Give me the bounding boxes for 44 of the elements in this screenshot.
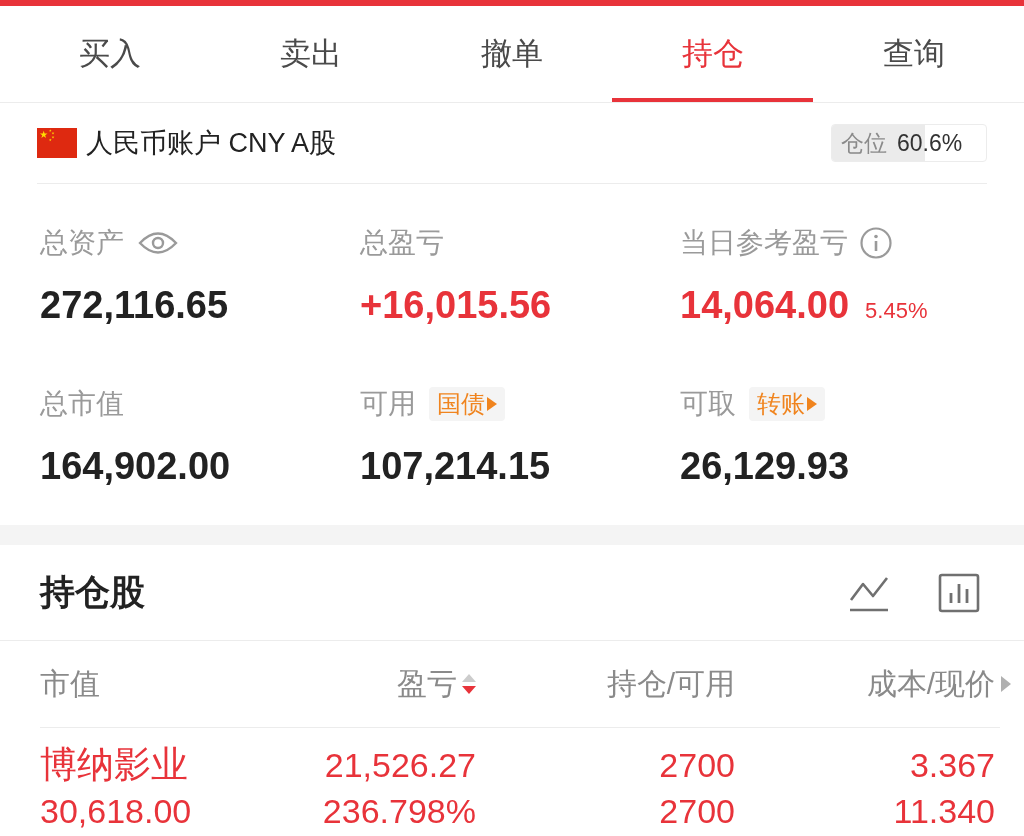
- column-header: 持仓/可用: [606, 665, 735, 702]
- tab[interactable]: 持仓: [612, 6, 814, 102]
- current-price: 11.340: [893, 791, 995, 832]
- tab[interactable]: 撤单: [411, 6, 613, 102]
- stat-label: 可用: [360, 387, 416, 421]
- profit-amount: 21,526.27: [324, 745, 476, 786]
- column-header[interactable]: 盈亏: [397, 663, 457, 705]
- section-title: 持仓股: [40, 571, 145, 613]
- stat-value: 26,129.93: [680, 444, 850, 488]
- stat-label: 可取: [680, 387, 736, 421]
- stat-label: 当日参考盈亏: [680, 226, 848, 260]
- tab[interactable]: 查询: [813, 6, 1014, 102]
- cost-price: 3.367: [909, 745, 995, 786]
- column-header: 市值: [40, 665, 100, 702]
- stat-value: 14,064.00: [680, 283, 850, 327]
- stat-label: 总市值: [40, 387, 124, 421]
- action-tag[interactable]: 国债: [429, 387, 505, 421]
- available-quantity: 2700: [659, 791, 735, 832]
- stat-value: 107,214.15: [360, 444, 551, 488]
- stock-name[interactable]: 博纳影业: [40, 742, 188, 788]
- account-name: 人民币账户 CNY A股: [86, 127, 337, 160]
- stat-label: 总盈亏: [360, 226, 444, 260]
- tab[interactable]: 卖出: [210, 6, 412, 102]
- stat-percent: 5.45%: [865, 298, 928, 324]
- info-icon[interactable]: [860, 227, 892, 259]
- profit-ratio: 236.798%: [322, 791, 476, 832]
- eye-icon[interactable]: [138, 231, 178, 255]
- stat-value: 272,116.65: [40, 283, 229, 327]
- meter-value: 60.6%: [897, 129, 963, 157]
- column-header: 成本/现价: [866, 665, 995, 702]
- tab[interactable]: 买入: [10, 6, 211, 102]
- action-tag[interactable]: 转账: [749, 387, 825, 421]
- stat-value: +16,015.56: [360, 283, 552, 327]
- holding-quantity: 2700: [659, 745, 735, 786]
- stat-label: 总资产: [40, 226, 124, 260]
- sort-icon[interactable]: [460, 672, 478, 696]
- meter-label: 仓位: [841, 128, 887, 158]
- flag-icon: [37, 128, 77, 158]
- caret-icon: [807, 397, 817, 411]
- right-caret-icon[interactable]: [1001, 676, 1011, 692]
- caret-icon: [487, 397, 497, 411]
- stat-value: 164,902.00: [40, 444, 231, 488]
- bar-chart-icon[interactable]: [938, 572, 980, 613]
- market-value: 30,618.00: [40, 791, 192, 832]
